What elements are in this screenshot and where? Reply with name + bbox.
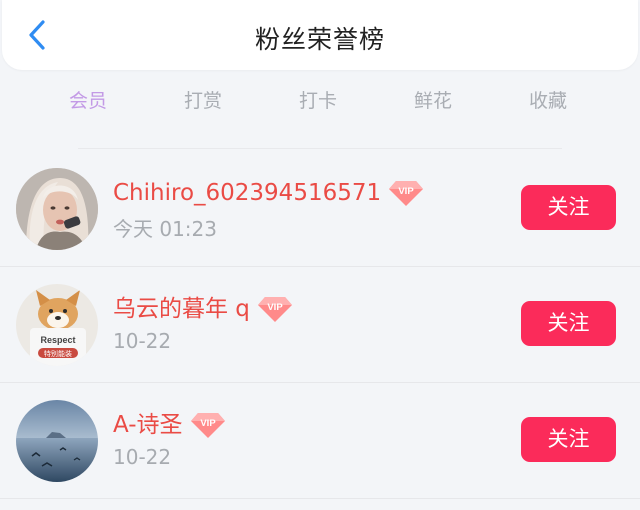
avatar[interactable] bbox=[16, 168, 98, 250]
tab-flowers[interactable]: 鲜花 bbox=[414, 86, 452, 113]
vip-badge-icon: VIP bbox=[257, 297, 292, 322]
name-line: A-诗圣 VIP bbox=[113, 409, 227, 441]
vip-badge-text: VIP bbox=[267, 302, 283, 313]
timestamp: 10-22 bbox=[113, 445, 172, 469]
vip-badge-icon: VIP bbox=[190, 413, 225, 438]
list-item: Respect 特别能装 乌云的暮年 q VIP 10-22 关注 bbox=[0, 266, 640, 383]
tab-tips[interactable]: 打赏 bbox=[184, 86, 222, 113]
avatar-photo-girl bbox=[16, 168, 98, 250]
tabs-divider bbox=[78, 148, 562, 149]
username[interactable]: A-诗圣 bbox=[113, 410, 183, 440]
follow-button[interactable]: 关注 bbox=[521, 417, 616, 462]
avatar-can-text-bottom: 特别能装 bbox=[44, 349, 72, 358]
timestamp: 10-22 bbox=[113, 329, 172, 353]
vip-badge-text: VIP bbox=[398, 186, 414, 197]
top-bar: 粉丝荣誉榜 bbox=[2, 0, 638, 70]
avatar-photo-dog: Respect 特别能装 bbox=[16, 284, 98, 366]
name-line: 乌云的暮年 q VIP bbox=[113, 293, 294, 325]
follow-button[interactable]: 关注 bbox=[521, 185, 616, 230]
vip-badge-text: VIP bbox=[200, 418, 216, 429]
list-item: A-诗圣 VIP 10-22 关注 bbox=[0, 382, 640, 499]
avatar[interactable] bbox=[16, 400, 98, 482]
tab-members[interactable]: 会员 bbox=[69, 86, 107, 113]
tab-favorites[interactable]: 收藏 bbox=[529, 86, 567, 113]
username[interactable]: Chihiro_602394516571 bbox=[113, 178, 381, 208]
vip-badge-icon: VIP bbox=[389, 181, 424, 206]
list-item: Chihiro_602394516571 VIP 今天 01:23 关注 bbox=[0, 150, 640, 267]
avatar-photo-sea bbox=[16, 400, 98, 482]
page-title: 粉丝荣誉榜 bbox=[254, 25, 385, 54]
avatar[interactable]: Respect 特别能装 bbox=[16, 284, 98, 366]
avatar-can-text-top: Respect bbox=[40, 335, 75, 345]
category-tabs: 会员 打赏 打卡 鲜花 收藏 bbox=[0, 86, 640, 120]
follow-button[interactable]: 关注 bbox=[521, 301, 616, 346]
tab-checkin[interactable]: 打卡 bbox=[299, 86, 337, 113]
timestamp: 今天 01:23 bbox=[113, 217, 217, 241]
username[interactable]: 乌云的暮年 q bbox=[113, 294, 250, 324]
name-line: Chihiro_602394516571 VIP bbox=[113, 177, 425, 209]
